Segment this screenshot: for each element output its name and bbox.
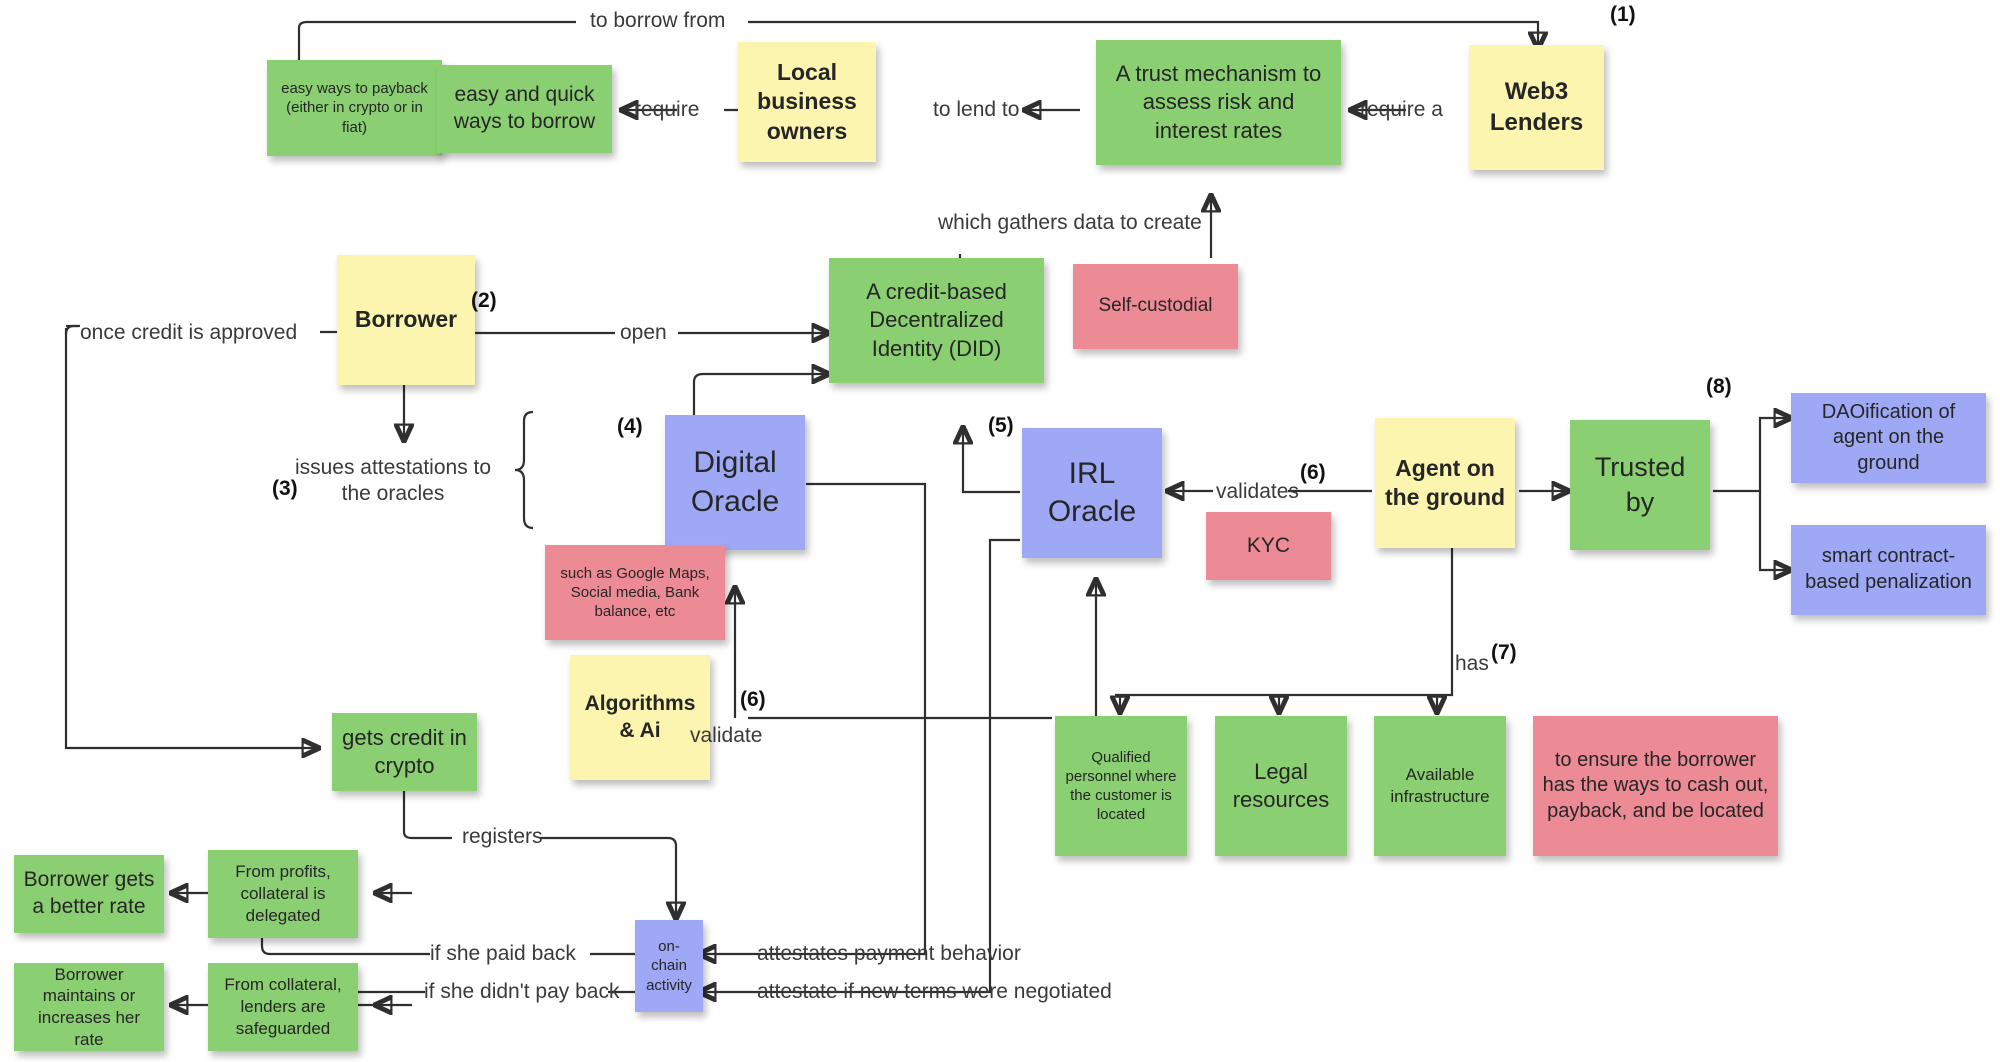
edge-label-to-borrow-from: to borrow from bbox=[590, 9, 726, 32]
edge-label-attestates-payment-behavior: attestates payment behavior bbox=[757, 942, 1021, 965]
note-digital-oracle[interactable]: Digital Oracle bbox=[665, 415, 805, 550]
step-number-8: (8) bbox=[1706, 375, 1732, 398]
note-digital-oracle-text: Digital Oracle bbox=[690, 446, 780, 518]
note-borrower-text: Borrower bbox=[354, 306, 458, 333]
edge-label-require: require bbox=[634, 98, 700, 121]
note-to-ensure-borrower[interactable]: to ensure the borrower has the ways to c… bbox=[1533, 716, 1778, 856]
note-easy-borrow[interactable]: easy and quick ways to borrow bbox=[437, 65, 612, 153]
note-web3-lenders[interactable]: Web3 Lenders bbox=[1469, 45, 1604, 170]
note-available-infrastructure-text: Available infrastructure bbox=[1390, 765, 1490, 806]
note-qualified-personnel[interactable]: Qualified personnel where the customer i… bbox=[1055, 716, 1187, 856]
note-self-custodial[interactable]: Self-custodial bbox=[1073, 264, 1238, 349]
note-legal-resources[interactable]: Legal resources bbox=[1215, 716, 1347, 856]
note-kyc[interactable]: KYC bbox=[1206, 512, 1331, 580]
edge-label-has: has bbox=[1455, 652, 1489, 675]
edge-label-which-gathers-data: which gathers data to create bbox=[938, 211, 1202, 234]
note-from-profits[interactable]: From profits, collateral is delegated bbox=[208, 850, 358, 938]
edge-label-once-credit-approved: once credit is approved bbox=[80, 321, 298, 344]
note-trusted-by-text: Trusted by bbox=[1594, 452, 1686, 517]
note-trust-mechanism[interactable]: A trust mechanism to assess risk and int… bbox=[1096, 40, 1341, 165]
note-local-business-owners-text: Local business owners bbox=[757, 58, 857, 144]
edge-label-open: open bbox=[620, 321, 667, 344]
note-trusted-by[interactable]: Trusted by bbox=[1570, 420, 1710, 550]
step-number-4: (4) bbox=[617, 415, 643, 438]
edge-label-validate: validate bbox=[690, 724, 763, 747]
note-legal-resources-text: Legal resources bbox=[1232, 758, 1330, 812]
note-from-profits-text: From profits, collateral is delegated bbox=[235, 862, 331, 925]
note-easy-borrow-text: easy and quick ways to borrow bbox=[453, 83, 596, 133]
note-agent-on-the-ground-text: Agent on the ground bbox=[1384, 454, 1506, 510]
note-borrower-maintains-rate[interactable]: Borrower maintains or increases her rate bbox=[14, 963, 164, 1051]
note-decentralized-identity-text: A credit-based Decentralized Identity (D… bbox=[866, 279, 1007, 361]
note-easy-payback[interactable]: easy ways to payback (either in crypto o… bbox=[267, 60, 442, 156]
step-number-3: (3) bbox=[272, 477, 298, 500]
note-smart-contract-penalization-text: smart contract-based penalization bbox=[1805, 545, 1972, 593]
note-irl-oracle-text: IRL Oracle bbox=[1047, 456, 1137, 528]
edge-label-if-she-didnt-pay-back: if she didn't pay back bbox=[424, 980, 620, 1003]
note-daoification-text: DAOification of agent on the ground bbox=[1821, 400, 1956, 474]
step-number-5: (5) bbox=[988, 414, 1014, 437]
edge-label-issues-attestations: issues attestations to the oracles bbox=[294, 456, 492, 506]
note-borrower-better-rate[interactable]: Borrower gets a better rate bbox=[14, 855, 164, 933]
note-smart-contract-penalization[interactable]: smart contract-based penalization bbox=[1791, 525, 1986, 615]
edge-label-to-lend-to: to lend to bbox=[933, 98, 1020, 121]
step-number-2: (2) bbox=[471, 289, 497, 312]
note-self-custodial-text: Self-custodial bbox=[1098, 295, 1213, 317]
edge-label-validates: validates bbox=[1216, 480, 1299, 503]
note-qualified-personnel-text: Qualified personnel where the customer i… bbox=[1065, 748, 1177, 824]
note-kyc-text: KYC bbox=[1246, 533, 1291, 557]
note-such-as-sources-text: such as Google Maps, Social media, Bank … bbox=[560, 564, 710, 621]
note-irl-oracle[interactable]: IRL Oracle bbox=[1022, 428, 1162, 558]
step-number-6b: (6) bbox=[740, 688, 766, 711]
note-from-collateral-text: From collateral, lenders are safeguarded bbox=[224, 975, 342, 1038]
note-algorithms-ai-text: Algorithms & Ai bbox=[584, 691, 696, 742]
note-daoification[interactable]: DAOification of agent on the ground bbox=[1791, 393, 1986, 483]
note-algorithms-ai[interactable]: Algorithms & Ai bbox=[570, 655, 710, 780]
note-local-business-owners[interactable]: Local business owners bbox=[738, 42, 876, 162]
note-borrower-maintains-rate-text: Borrower maintains or increases her rate bbox=[37, 964, 141, 1049]
step-number-1: (1) bbox=[1610, 3, 1636, 26]
note-onchain-activity-text: on-chain activity bbox=[646, 938, 692, 994]
note-gets-credit-in-crypto-text: gets credit in crypto bbox=[342, 724, 467, 778]
note-agent-on-the-ground[interactable]: Agent on the ground bbox=[1375, 418, 1515, 548]
note-from-collateral[interactable]: From collateral, lenders are safeguarded bbox=[208, 963, 358, 1051]
edge-label-attestate-new-terms: attestate if new terms were negotiated bbox=[757, 980, 1112, 1003]
step-number-7: (7) bbox=[1491, 641, 1517, 664]
note-such-as-sources[interactable]: such as Google Maps, Social media, Bank … bbox=[545, 545, 725, 640]
note-gets-credit-in-crypto[interactable]: gets credit in crypto bbox=[332, 713, 477, 791]
note-trust-mechanism-text: A trust mechanism to assess risk and int… bbox=[1115, 61, 1322, 143]
note-borrower[interactable]: Borrower bbox=[337, 255, 475, 385]
edge-label-registers: registers bbox=[462, 825, 543, 848]
note-decentralized-identity[interactable]: A credit-based Decentralized Identity (D… bbox=[829, 258, 1044, 383]
note-borrower-better-rate-text: Borrower gets a better rate bbox=[23, 868, 155, 918]
note-easy-payback-text: easy ways to payback (either in crypto o… bbox=[281, 80, 428, 136]
note-to-ensure-borrower-text: to ensure the borrower has the ways to c… bbox=[1542, 748, 1769, 822]
whiteboard-canvas: easy ways to payback (either in crypto o… bbox=[0, 0, 2000, 1062]
note-onchain-activity[interactable]: on-chain activity bbox=[635, 920, 703, 1012]
edge-label-require-a: require a bbox=[1360, 98, 1443, 121]
note-web3-lenders-text: Web3 Lenders bbox=[1489, 77, 1584, 136]
step-number-6a: (6) bbox=[1300, 461, 1326, 484]
note-available-infrastructure[interactable]: Available infrastructure bbox=[1374, 716, 1506, 856]
edge-label-if-she-paid-back: if she paid back bbox=[430, 942, 576, 965]
